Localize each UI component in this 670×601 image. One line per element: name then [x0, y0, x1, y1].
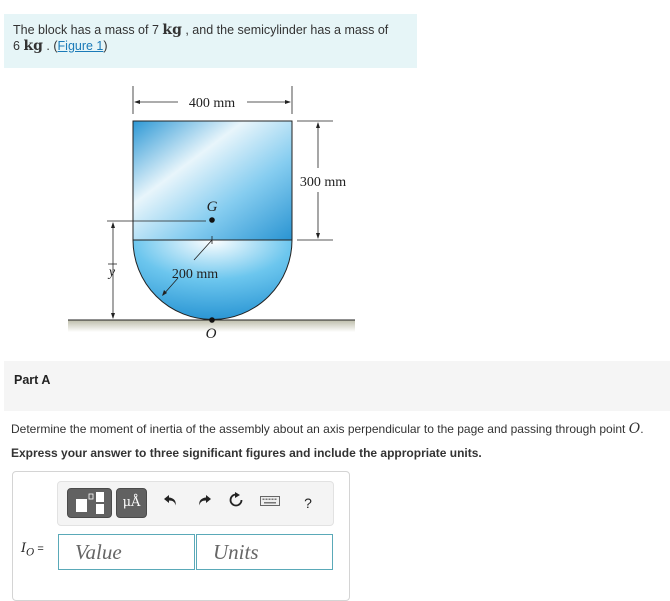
statement-text: ): [103, 39, 108, 53]
point-o-label: O: [206, 326, 217, 342]
value-field[interactable]: [58, 534, 195, 570]
centroid-label: G: [207, 199, 218, 215]
label-equals: =: [34, 543, 44, 555]
answer-label: IO =: [21, 541, 44, 559]
arrowhead: [316, 233, 320, 239]
width-label: 400 mm: [189, 96, 235, 111]
undo-icon[interactable]: [161, 492, 181, 514]
question-body: Determine the moment of inertia of the a…: [11, 422, 629, 436]
units-button[interactable]: μÅ: [116, 488, 147, 518]
arrowhead: [316, 122, 320, 128]
keyboard-icon[interactable]: [260, 492, 280, 514]
value-input[interactable]: [59, 535, 194, 569]
units-input[interactable]: [197, 535, 332, 569]
part-a-header: Part A: [4, 361, 670, 411]
question-point: O: [628, 421, 641, 437]
redo-icon[interactable]: [194, 492, 214, 514]
instruction-text: Express your answer to three significant…: [11, 446, 482, 460]
statement-text: 6: [13, 39, 24, 53]
statement-text: , and the semicylinder has a mass of: [181, 23, 389, 37]
height-label: 300 mm: [300, 175, 346, 190]
units-field[interactable]: [196, 534, 333, 570]
statement-text: The block has a mass of 7: [13, 23, 163, 37]
figure-1: 400 mm 300 mm G y 200 mm O: [68, 86, 355, 342]
arrowhead: [111, 222, 115, 228]
radius-label: 200 mm: [172, 267, 218, 282]
figure-link[interactable]: Figure 1: [58, 39, 104, 53]
templates-icon: [76, 492, 104, 514]
point-o: [209, 317, 215, 323]
problem-statement: The block has a mass of 7 kg , and the s…: [4, 14, 417, 68]
templates-button[interactable]: [67, 488, 112, 518]
arrowhead: [111, 313, 115, 319]
question-text: Determine the moment of inertia of the a…: [11, 421, 644, 437]
arrowhead: [134, 100, 140, 104]
part-title: Part A: [14, 373, 51, 387]
math-toolbar: μÅ ?: [57, 481, 334, 526]
question-end: .: [640, 422, 644, 436]
unit-kg: kg: [162, 22, 182, 38]
centroid-point: [209, 217, 215, 223]
ybar-label: y: [107, 265, 116, 280]
reset-icon[interactable]: [226, 492, 246, 514]
unit-kg: kg: [23, 38, 43, 54]
statement-text: . (: [42, 39, 58, 53]
help-button[interactable]: ?: [298, 492, 318, 514]
arrowhead: [285, 100, 291, 104]
